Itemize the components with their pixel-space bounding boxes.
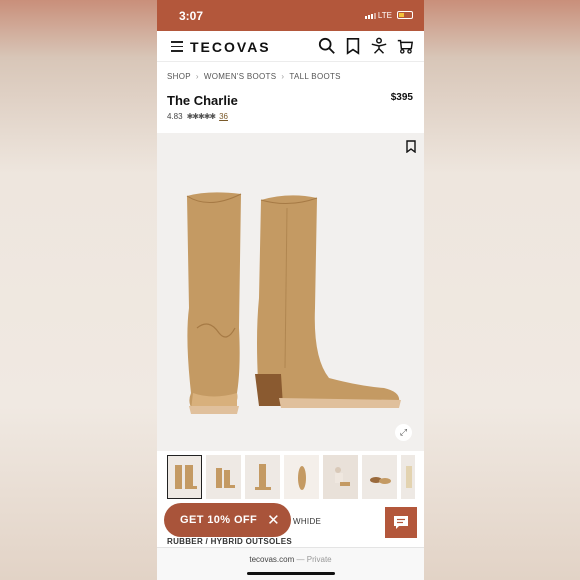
thumbnail-1[interactable] <box>167 455 202 499</box>
product-title: The Charlie <box>167 93 238 108</box>
network-label: LTE <box>377 11 392 20</box>
bookmark-icon[interactable] <box>344 37 362 55</box>
thumbnail-person-icon <box>334 467 350 486</box>
thumbnail-5[interactable] <box>323 455 358 499</box>
battery-icon <box>397 11 413 19</box>
thumbnail-3[interactable] <box>245 455 280 499</box>
chat-button[interactable] <box>385 507 417 538</box>
home-indicator[interactable] <box>247 572 335 575</box>
thumbnail-7[interactable] <box>401 455 415 499</box>
discount-promo-button[interactable]: GET 10% OFF ✕ <box>164 503 291 537</box>
thumbnail-boots-icon <box>215 468 235 488</box>
status-bar: 3:07 LTE <box>157 0 424 31</box>
private-mode-label: Private <box>306 555 332 564</box>
thumbnail-boots-icon <box>369 477 391 484</box>
account-icon[interactable] <box>370 37 388 55</box>
url-domain: tecovas.com <box>249 555 295 564</box>
background-right <box>424 0 580 580</box>
save-bookmark-icon[interactable] <box>406 140 416 153</box>
rating-value: 4.83 <box>167 112 183 121</box>
thumbnail-boots-icon <box>174 465 197 489</box>
chat-bubble-icon <box>394 516 408 529</box>
url-separator: — <box>296 555 305 564</box>
thumbnail-6[interactable] <box>362 455 397 499</box>
breadcrumb: SHOP › WOMEN'S BOOTS › TALL BOOTS <box>167 72 341 81</box>
top-navbar: TECOVAS <box>157 31 424 62</box>
thumbnail-2[interactable] <box>206 455 241 499</box>
breadcrumb-tall-boots[interactable]: TALL BOOTS <box>289 72 340 81</box>
breadcrumb-shop[interactable]: SHOP <box>167 72 191 81</box>
cart-wagon-icon[interactable] <box>396 37 414 55</box>
phone-screen: 3:07 LTE TECOVAS SHOP › WOMEN'S BOOTS › … <box>157 0 424 580</box>
outsoles-label: RUBBER / HYBRID OUTSOLES <box>167 537 292 546</box>
background-left <box>0 0 157 580</box>
boot-image <box>186 192 401 414</box>
browser-url-bar[interactable]: tecovas.com — Private <box>157 547 424 580</box>
thumbnail-4[interactable] <box>284 455 319 499</box>
promo-label: GET 10% OFF <box>180 514 258 526</box>
review-count-link[interactable]: 36 <box>219 112 228 121</box>
chevron-right-icon: › <box>281 72 285 81</box>
chevron-right-icon: › <box>195 72 199 81</box>
breadcrumb-womens-boots[interactable]: WOMEN'S BOOTS <box>204 72 277 81</box>
thumbnail-boots-icon <box>297 466 306 490</box>
signal-icon <box>365 13 376 19</box>
search-icon[interactable] <box>318 37 336 55</box>
thumbnail-strip <box>167 455 415 499</box>
product-image-gallery[interactable]: ⤢ <box>157 133 424 451</box>
product-price: $395 <box>390 92 413 103</box>
close-icon[interactable]: ✕ <box>267 511 280 529</box>
status-time: 3:07 <box>179 9 204 23</box>
rating-stars-icon: ✱✱✱✱✱ <box>186 112 216 121</box>
hamburger-menu-icon[interactable] <box>171 41 183 55</box>
brand-logo[interactable]: TECOVAS <box>190 39 271 55</box>
zoom-expand-icon[interactable]: ⤢ <box>395 424 412 441</box>
width-option-label: WHIDE <box>293 517 322 526</box>
thumbnail-boots-icon <box>406 466 412 488</box>
product-rating: 4.83 ✱✱✱✱✱ 36 <box>167 112 228 121</box>
thumbnail-boots-icon <box>254 464 271 490</box>
url-text: tecovas.com — Private <box>157 555 424 564</box>
